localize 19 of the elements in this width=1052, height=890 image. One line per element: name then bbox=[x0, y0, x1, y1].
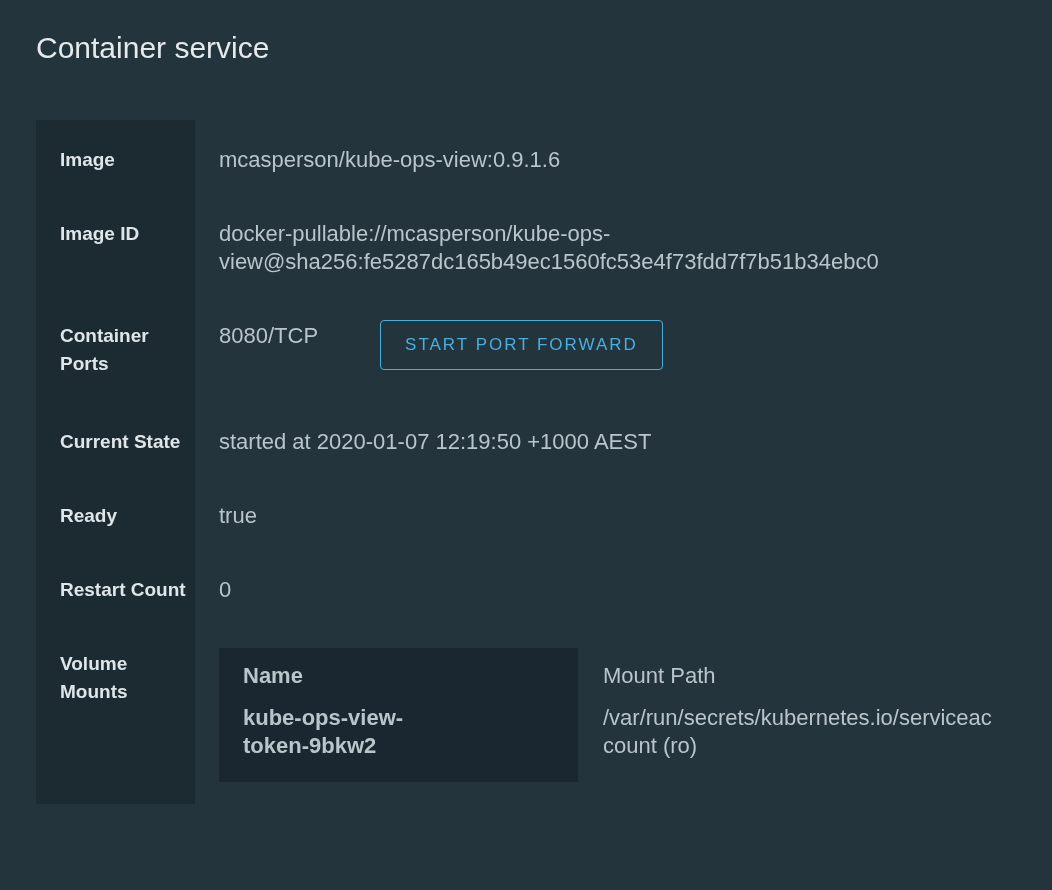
field-value: started at 2020-01-07 12:19:50 +1000 AEST bbox=[219, 429, 652, 454]
field-label: Ready bbox=[60, 505, 118, 526]
field-label: Current State bbox=[60, 431, 181, 452]
field-value: 8080/TCP bbox=[219, 322, 319, 350]
port-forward-button[interactable]: START PORT FORWARD bbox=[380, 320, 663, 370]
field-label: Container Ports bbox=[60, 325, 149, 374]
field-value: true bbox=[219, 503, 257, 528]
field-label: Image ID bbox=[60, 223, 140, 244]
table-cell-text: kube-ops-view-token-9bkw2 bbox=[243, 704, 405, 760]
field-label: Volume Mounts bbox=[60, 653, 128, 702]
field-value: docker-pullable://mcasperson/kube-ops-view@sha256:fe5287dc165b49ec1560fc53e4f73fdd7f7b51b34ebc0 bbox=[219, 221, 879, 274]
field-label: Image bbox=[60, 149, 115, 170]
panel-title: Container service bbox=[36, 30, 271, 66]
column-header: Name bbox=[243, 663, 303, 688]
field-value: 0 bbox=[219, 577, 232, 602]
field-value: mcasperson/kube-ops-view:0.9.1.6 bbox=[219, 147, 561, 172]
column-header: Mount Path bbox=[603, 663, 716, 688]
field-label: Restart Count bbox=[60, 579, 186, 600]
table-cell: /var/run/secrets/kubernetes.io/serviceaccount (ro) bbox=[603, 704, 993, 760]
